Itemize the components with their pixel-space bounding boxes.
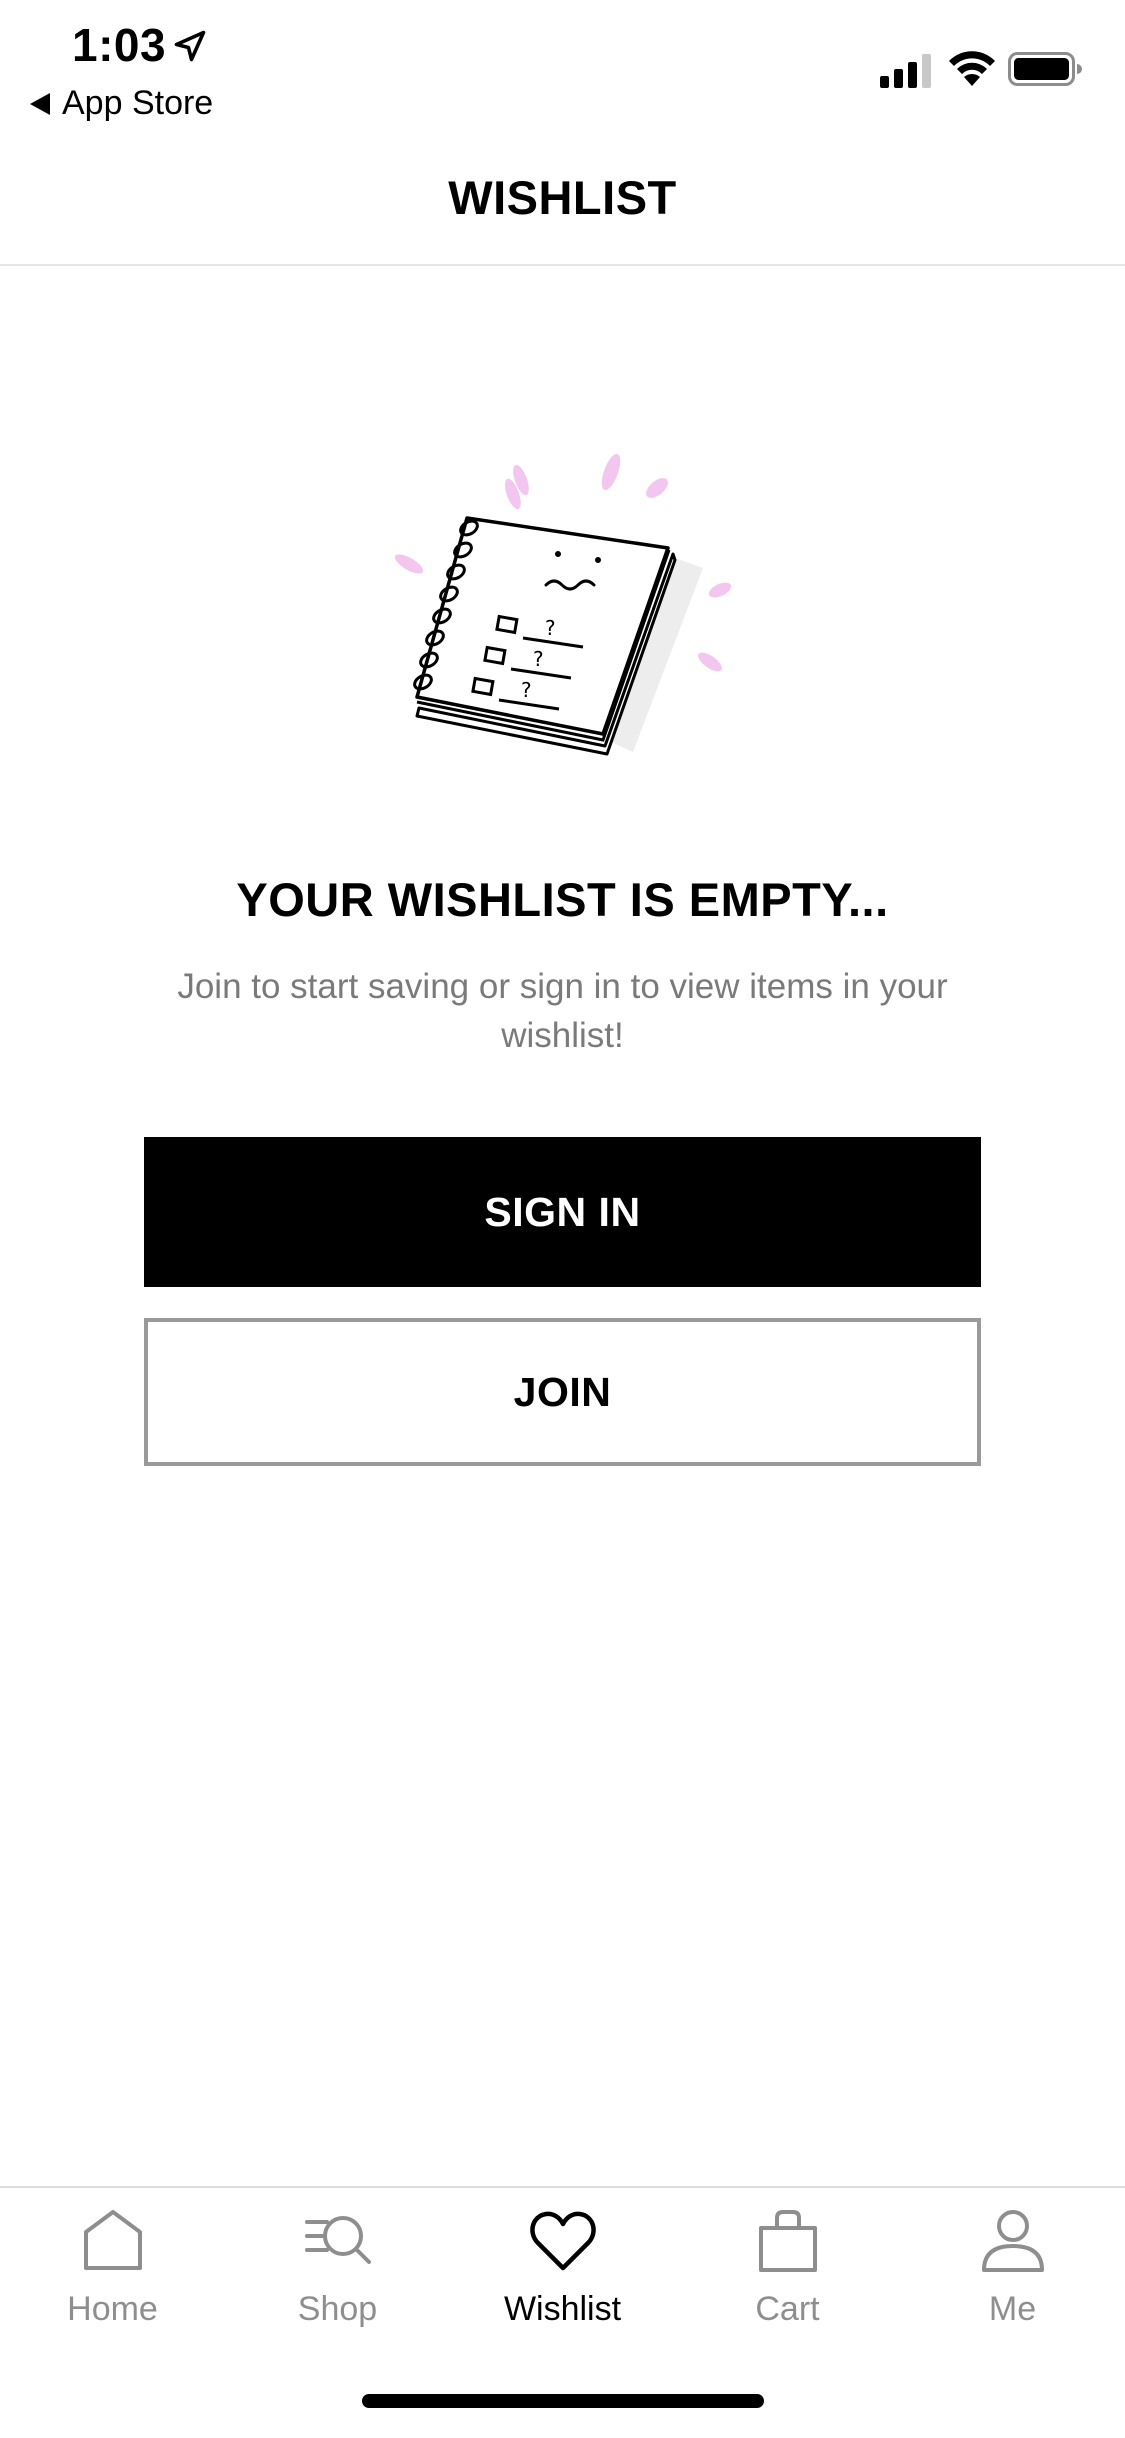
tab-label-wishlist: Wishlist (503, 2290, 622, 2328)
svg-text:?: ? (521, 678, 532, 702)
notebook-illustration: ? ? ? (394, 453, 732, 756)
tab-wishlist[interactable]: Wishlist (450, 2206, 675, 2356)
svg-text:?: ? (545, 616, 556, 640)
shop-search-icon (304, 2216, 371, 2264)
battery-icon (1008, 52, 1082, 86)
location-arrow-icon (174, 30, 206, 62)
cellular-signal-icon (880, 54, 931, 88)
sign-in-button[interactable]: SIGN IN (144, 1137, 981, 1287)
wifi-icon (949, 51, 995, 86)
back-arrow-icon (30, 92, 50, 115)
person-icon (981, 2210, 1044, 2272)
tab-cart[interactable]: Cart (675, 2206, 900, 2356)
tab-label-shop: Shop (297, 2290, 378, 2328)
join-button[interactable]: JOIN (144, 1318, 981, 1466)
tab-label-cart: Cart (755, 2290, 820, 2328)
tab-home[interactable]: Home (0, 2206, 225, 2356)
tab-label-me: Me (988, 2290, 1037, 2328)
empty-state-subtitle: Join to start saving or sign in to view … (177, 967, 948, 1055)
status-time: 1:03 (72, 19, 167, 71)
svg-text:?: ? (533, 647, 544, 671)
home-indicator[interactable] (362, 2394, 764, 2408)
header: WISHLIST (0, 130, 1125, 266)
home-icon (83, 2210, 142, 2270)
tab-shop[interactable]: Shop (225, 2206, 450, 2356)
status-bar: 1:03 App Store (0, 0, 1125, 130)
empty-state-title: YOUR WISHLIST IS EMPTY... (236, 873, 889, 926)
bag-icon (758, 2210, 817, 2272)
heart-icon (529, 2211, 596, 2271)
back-to-app-store[interactable]: App Store (30, 84, 213, 123)
back-app-label: App Store (62, 84, 214, 122)
tab-label-home: Home (67, 2290, 158, 2328)
tab-me[interactable]: Me (900, 2206, 1125, 2356)
page-title: WISHLIST (448, 170, 677, 224)
